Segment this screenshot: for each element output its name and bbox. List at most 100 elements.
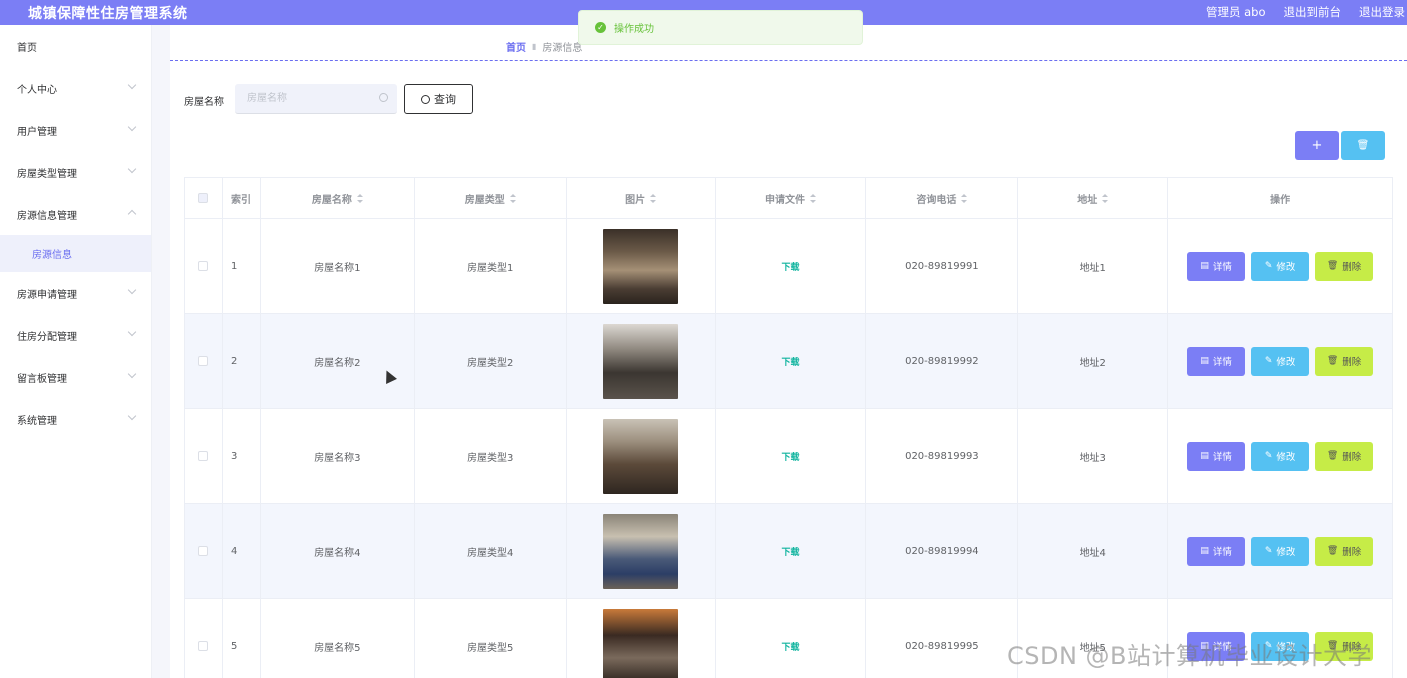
download-link[interactable]: 下载: [781, 450, 799, 463]
cell-phone: 020-89819993: [866, 409, 1019, 504]
search-label: 房屋名称: [184, 97, 224, 108]
house-photo[interactable]: [603, 418, 679, 494]
cell-type: 房屋类型5: [415, 599, 567, 678]
sidebar-item-allocation[interactable]: 住房分配管理: [0, 314, 151, 356]
sort-icon[interactable]: [650, 193, 657, 203]
sort-icon[interactable]: [1102, 193, 1109, 203]
house-photo[interactable]: [603, 323, 679, 399]
edit-label: 修改: [1276, 357, 1296, 368]
house-photo[interactable]: [603, 513, 679, 589]
select-all-checkbox[interactable]: [198, 193, 209, 203]
edit-button[interactable]: ✎ 修改: [1251, 346, 1310, 376]
column-header-type[interactable]: 房屋类型: [414, 178, 567, 219]
chevron-down-icon: [127, 327, 137, 337]
sidebar-item-listings-mgmt[interactable]: 房源信息管理: [0, 193, 151, 235]
cell-image: [566, 314, 716, 409]
edit-button[interactable]: ✎ 修改: [1251, 536, 1310, 566]
column-header-image[interactable]: 图片: [566, 178, 716, 219]
column-header-name[interactable]: 房屋名称: [260, 178, 415, 219]
cell-type: 房屋类型3: [414, 409, 567, 504]
cell-name: 房屋名称5: [261, 599, 415, 678]
sort-icon[interactable]: [961, 193, 968, 203]
sidebar-item-profile[interactable]: 个人中心: [0, 67, 151, 109]
sidebar-subitem-listings[interactable]: 房源信息: [0, 235, 151, 272]
row-select-cell: [185, 219, 223, 314]
header-actions: 管理员 abo 退出到前台 退出登录: [1206, 4, 1405, 20]
download-link[interactable]: 下载: [781, 640, 799, 653]
add-button[interactable]: +: [1295, 131, 1339, 160]
back-to-front-link[interactable]: 退出到前台: [1284, 4, 1342, 20]
sort-icon[interactable]: [356, 193, 363, 203]
download-link[interactable]: 下载: [781, 260, 799, 273]
sort-icon[interactable]: [509, 193, 516, 203]
row-checkbox[interactable]: [198, 546, 209, 556]
sidebar-item-applications[interactable]: 房源申请管理: [0, 272, 151, 314]
edit-icon: ✎: [1264, 451, 1273, 461]
toast-message: 操作成功: [614, 24, 654, 35]
sidebar-item-label: 首页: [17, 42, 37, 54]
sidebar-item-messages[interactable]: 留言板管理: [0, 356, 151, 398]
edit-button[interactable]: ✎ 修改: [1251, 251, 1310, 281]
edit-label: 修改: [1276, 452, 1296, 463]
watermark: CSDN @B站计算机毕业设计大学: [1007, 642, 1373, 670]
delete-label: 删除: [1342, 452, 1362, 463]
chevron-down-icon: [127, 80, 137, 90]
sidebar-item-label: 留言板管理: [17, 373, 67, 385]
column-header-address[interactable]: 地址: [1018, 178, 1169, 219]
search-field: [235, 84, 397, 114]
detail-button[interactable]: ▤ 详情: [1187, 251, 1246, 281]
cell-type: 房屋类型1: [414, 219, 567, 314]
detail-button[interactable]: ▤ 详情: [1187, 536, 1246, 566]
batch-delete-button[interactable]: 🗑: [1341, 131, 1385, 160]
delete-button[interactable]: 🗑 删除: [1315, 346, 1374, 376]
detail-button[interactable]: ▤ 详情: [1187, 346, 1246, 376]
table-row: 1 房屋名称1 房屋类型1 下载 020-89819991 地址1 ▤ 详情 ✎ 修…: [185, 219, 1393, 314]
column-header-file[interactable]: 申请文件: [715, 178, 867, 219]
sidebar-item-label: 系统管理: [17, 415, 57, 427]
delete-button[interactable]: 🗑 删除: [1315, 536, 1374, 566]
sort-icon[interactable]: [810, 193, 816, 203]
row-checkbox[interactable]: [198, 356, 209, 366]
sidebar-item-label: 用户管理: [17, 126, 57, 138]
edit-icon: ✎: [1264, 546, 1273, 556]
row-checkbox[interactable]: [198, 641, 209, 651]
column-header-label: 房屋名称: [311, 194, 352, 206]
cell-file: 下载: [715, 314, 867, 409]
trash-icon: 🗑: [1326, 261, 1339, 271]
edit-icon: ✎: [1264, 356, 1273, 366]
house-photo[interactable]: [603, 228, 679, 304]
download-link[interactable]: 下载: [781, 355, 799, 368]
table-header-row: 索引 房屋名称 房屋类型 图片 申请文件 咨询电话 地址 操作: [185, 178, 1393, 219]
logout-link[interactable]: 退出登录: [1359, 4, 1405, 20]
cell-phone: 020-89819995: [866, 599, 1019, 678]
delete-button[interactable]: 🗑 删除: [1315, 251, 1374, 281]
detail-button[interactable]: ▤ 详情: [1187, 441, 1246, 471]
search-button[interactable]: 查询: [404, 84, 473, 114]
delete-label: 删除: [1342, 547, 1362, 558]
sidebar-item-system[interactable]: 系统管理: [0, 398, 151, 440]
search-input[interactable]: [235, 84, 397, 113]
cell-image: [567, 599, 716, 678]
sidebar-item-users[interactable]: 用户管理: [0, 109, 151, 151]
house-photo[interactable]: [603, 608, 679, 678]
breadcrumb-home[interactable]: 首页: [506, 39, 526, 54]
cell-actions: ▤ 详情 ✎ 修改 🗑 删除: [1168, 314, 1393, 409]
cell-address: 地址1: [1018, 219, 1169, 314]
sidebar-item-home[interactable]: 首页: [0, 25, 151, 67]
cell-name: 房屋名称3: [260, 409, 415, 504]
cell-index: 3: [222, 409, 261, 504]
edit-button[interactable]: ✎ 修改: [1251, 441, 1310, 471]
sidebar-item-label: 个人中心: [17, 84, 57, 96]
cell-index: 1: [222, 219, 261, 314]
column-header-phone[interactable]: 咨询电话: [866, 178, 1019, 219]
row-checkbox[interactable]: [198, 451, 209, 461]
sidebar-item-house-types[interactable]: 房屋类型管理: [0, 151, 151, 193]
delete-button[interactable]: 🗑 删除: [1315, 441, 1374, 471]
download-link[interactable]: 下载: [781, 545, 799, 558]
column-header-label: 申请文件: [765, 194, 805, 206]
row-checkbox[interactable]: [198, 261, 209, 271]
cell-actions: ▤ 详情 ✎ 修改 🗑 删除: [1168, 409, 1393, 504]
cell-file: 下载: [715, 504, 867, 599]
delete-label: 删除: [1342, 262, 1362, 273]
cell-type: 房屋类型4: [414, 504, 567, 599]
